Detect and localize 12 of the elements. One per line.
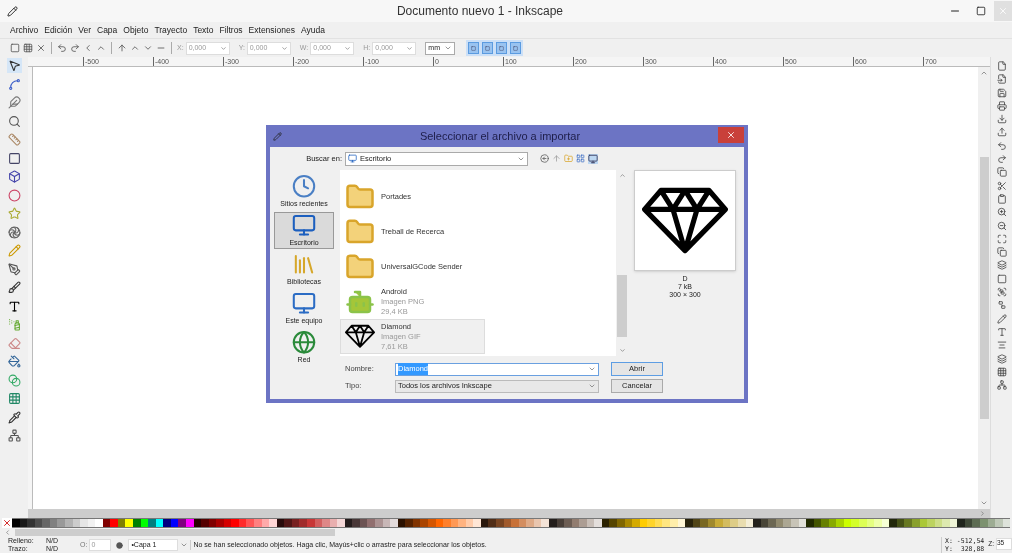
dialog-title: Seleccionar el archivo a importar <box>418 128 582 144</box>
menu-item[interactable]: Edición <box>44 23 73 37</box>
menu-item[interactable]: Objeto <box>123 23 149 37</box>
menu-item[interactable]: Archivo <box>10 23 39 37</box>
menu-item[interactable]: Extensiones <box>248 23 295 37</box>
menu-item[interactable]: Ver <box>78 23 91 37</box>
menu-item[interactable]: Ayuda <box>300 23 325 37</box>
menu-item[interactable]: Texto <box>193 23 214 37</box>
window-title: Documento nuevo 1 - Inkscape <box>395 3 565 20</box>
menu-item[interactable]: Trayecto <box>154 23 188 37</box>
menu-item[interactable]: Capa <box>97 23 118 37</box>
menu-item[interactable]: Filtros <box>219 23 243 37</box>
